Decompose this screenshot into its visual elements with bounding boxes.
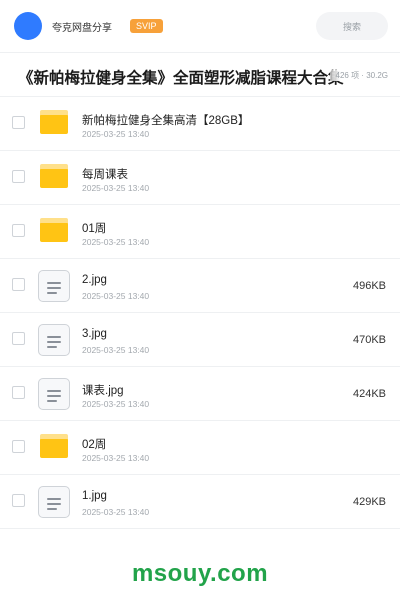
share-page: 夸克网盘分享 SVIP 搜索 《新帕梅拉健身全集》全面塑形减脂课程大合集 426… bbox=[0, 0, 400, 600]
folder-icon bbox=[40, 164, 68, 188]
image-file-icon bbox=[38, 378, 70, 410]
folder-icon bbox=[40, 218, 68, 242]
row-checkbox[interactable] bbox=[12, 332, 25, 345]
file-name: 每周课表 bbox=[82, 169, 128, 181]
file-date: 2025-03-25 13:40 bbox=[82, 399, 150, 409]
folder-icon bbox=[40, 110, 68, 134]
file-date: 2025-03-25 13:40 bbox=[82, 507, 150, 517]
file-date: 2025-03-25 13:40 bbox=[82, 237, 150, 247]
list-item[interactable]: 课表.jpg 2025-03-25 13:40 424KB bbox=[0, 367, 400, 421]
search-label: 搜索 bbox=[342, 21, 361, 32]
file-list: 新帕梅拉健身全集高清【28GB】 2025-03-25 13:40 每周课表 2… bbox=[0, 97, 400, 529]
row-checkbox[interactable] bbox=[12, 278, 25, 291]
image-file-icon bbox=[38, 270, 70, 302]
image-file-icon bbox=[38, 486, 70, 518]
file-size: 429KB bbox=[352, 496, 386, 508]
image-file-icon bbox=[38, 324, 70, 356]
file-date: 2025-03-25 13:40 bbox=[82, 291, 150, 301]
row-checkbox[interactable] bbox=[12, 224, 25, 237]
file-name: 3.jpg bbox=[82, 328, 107, 340]
file-name: 01周 bbox=[82, 223, 107, 235]
list-item[interactable]: 3.jpg 2025-03-25 13:40 470KB bbox=[0, 313, 400, 367]
list-item[interactable]: 每周课表 2025-03-25 13:40 bbox=[0, 151, 400, 205]
search-button[interactable]: 搜索 bbox=[316, 12, 388, 40]
file-date: 2025-03-25 13:40 bbox=[82, 453, 150, 463]
file-name: 02周 bbox=[82, 439, 107, 451]
list-item[interactable]: 2.jpg 2025-03-25 13:40 496KB bbox=[0, 259, 400, 313]
row-checkbox[interactable] bbox=[12, 170, 25, 183]
svip-badge: SVIP bbox=[130, 19, 163, 33]
watermark: msouy.com bbox=[131, 560, 269, 587]
file-size: 424KB bbox=[352, 388, 386, 400]
file-date: 2025-03-25 13:40 bbox=[82, 345, 150, 355]
list-item[interactable]: 1.jpg 2025-03-25 13:40 429KB bbox=[0, 475, 400, 529]
row-checkbox[interactable] bbox=[12, 440, 25, 453]
folder-icon bbox=[40, 434, 68, 458]
list-item[interactable]: 新帕梅拉健身全集高清【28GB】 2025-03-25 13:40 bbox=[0, 97, 400, 151]
file-name: 1.jpg bbox=[82, 490, 107, 502]
file-date: 2025-03-25 13:40 bbox=[82, 129, 150, 139]
file-name: 新帕梅拉健身全集高清【28GB】 bbox=[82, 115, 250, 127]
list-item[interactable]: 01周 2025-03-25 13:40 bbox=[0, 205, 400, 259]
file-name: 课表.jpg bbox=[82, 385, 124, 397]
sharer-name: 夸克网盘分享 bbox=[52, 22, 112, 34]
list-item[interactable]: 02周 2025-03-25 13:40 bbox=[0, 421, 400, 475]
share-meta: 426 项 · 30.2G bbox=[329, 70, 388, 81]
file-size: 496KB bbox=[352, 280, 386, 292]
file-name: 2.jpg bbox=[82, 274, 107, 286]
row-checkbox[interactable] bbox=[12, 386, 25, 399]
avatar[interactable] bbox=[14, 12, 42, 40]
row-checkbox[interactable] bbox=[12, 494, 25, 507]
file-date: 2025-03-25 13:40 bbox=[82, 183, 150, 193]
header: 夸克网盘分享 SVIP 搜索 bbox=[0, 0, 400, 52]
title-row: 《新帕梅拉健身全集》全面塑形减脂课程大合集 426 项 · 30.2G bbox=[0, 53, 400, 97]
file-size: 470KB bbox=[352, 334, 386, 346]
row-checkbox[interactable] bbox=[12, 116, 25, 129]
page-title: 《新帕梅拉健身全集》全面塑形减脂课程大合集 bbox=[18, 70, 344, 87]
